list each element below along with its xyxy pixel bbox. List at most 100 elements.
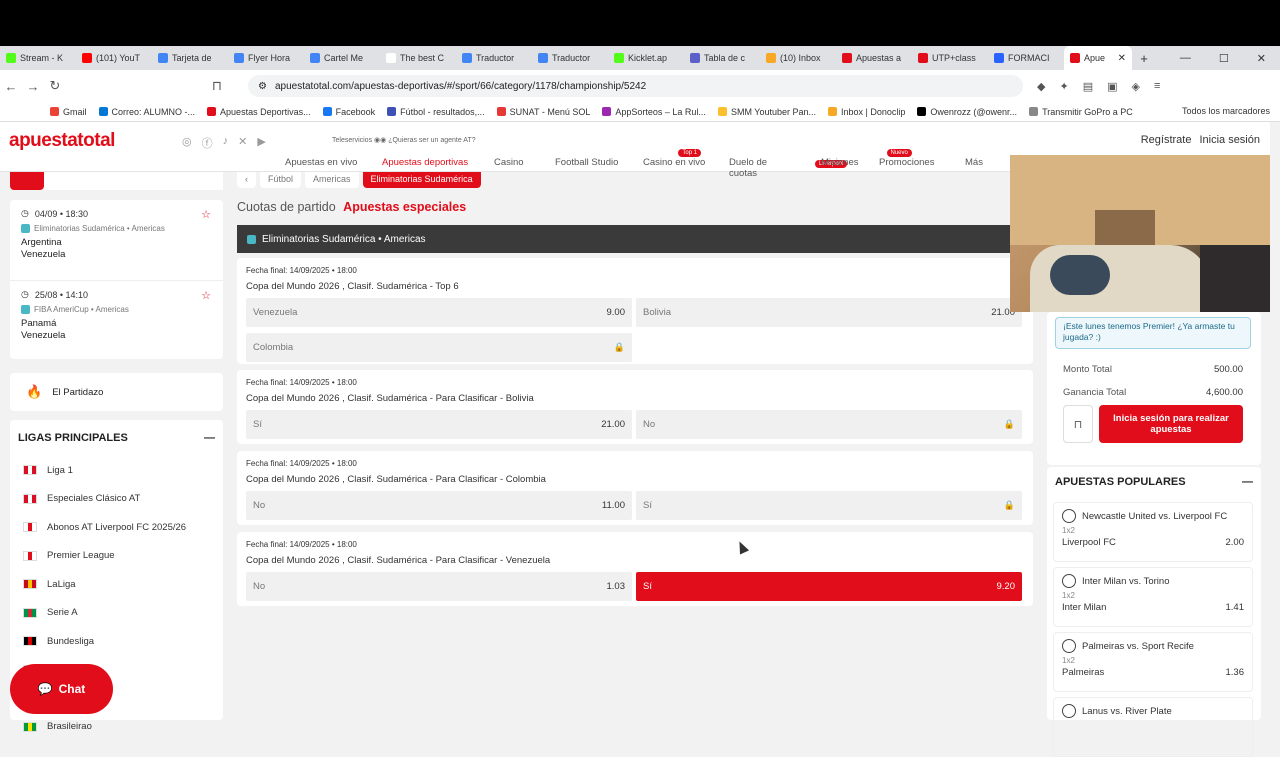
sidebar-match[interactable]: ◷ 25/08 • 14:10 ☆ FIBA AmeriCup • Americas P… xyxy=(10,280,223,360)
register-link[interactable]: Regístrate xyxy=(1141,134,1192,146)
browser-tab[interactable]: Stream - K xyxy=(0,46,76,70)
bookmark-item[interactable]: SMM Youtuber Pan... xyxy=(717,107,816,117)
wallet-icon[interactable]: ▣ xyxy=(1107,80,1117,93)
odds-button[interactable]: Sí 9.20 xyxy=(636,572,1022,601)
sidebar-search[interactable] xyxy=(10,172,223,190)
odds-button[interactable]: Sí 21.00 xyxy=(246,410,632,439)
browser-tab[interactable]: Tarjeta de xyxy=(152,46,228,70)
popular-bet-card[interactable]: Newcastle United vs. Liverpool FC 1x2 Live… xyxy=(1053,502,1253,562)
login-link[interactable]: Inicia sesión xyxy=(1199,134,1260,146)
sidebar-liga-item[interactable]: Premier League xyxy=(10,542,223,571)
browser-tab[interactable]: Apuestas a xyxy=(836,46,912,70)
site-info-icon[interactable]: ⚙ xyxy=(258,81,267,92)
bookmark-page-icon[interactable]: ⊓ xyxy=(206,78,228,94)
forward-icon[interactable]: → xyxy=(22,79,44,94)
brave-shield-icon[interactable]: ◆ xyxy=(1037,80,1045,93)
bookmark-item[interactable]: Inbox | Donoclip xyxy=(828,107,905,117)
extensions-icon[interactable]: ✦ xyxy=(1059,80,1068,93)
sidebar-liga-item[interactable]: Brasileirao xyxy=(10,713,223,742)
favorite-star-icon[interactable]: ☆ xyxy=(201,208,211,221)
sidebar-search-button[interactable] xyxy=(10,172,44,190)
popular-bet-card[interactable]: Lanus vs. River Plate xyxy=(1053,697,1253,757)
browser-tab[interactable]: The best C xyxy=(380,46,456,70)
nav-item[interactable]: Casino en vivo xyxy=(643,157,729,179)
close-window-icon[interactable]: ✕ xyxy=(1257,52,1266,65)
bookmark-item[interactable]: Fútbol - resultados,... xyxy=(387,107,485,117)
sidebar-match[interactable]: ◷ 04/09 • 18:30 ☆ Eliminatorias Sudamérica … xyxy=(10,200,223,280)
bookmark-item[interactable]: Gmail xyxy=(50,107,87,117)
apuestatotal-logo[interactable]: apuestatotal xyxy=(9,130,115,152)
bookmark-item[interactable]: AppSorteos – La Rul... xyxy=(602,107,706,117)
popular-bet-card[interactable]: Palmeiras vs. Sport Recife 1x2 Palmeiras 1.… xyxy=(1053,632,1253,692)
nav-item[interactable]: Football Studio Top 1 xyxy=(555,149,702,179)
breadcrumb-item[interactable]: Fútbol xyxy=(260,172,302,188)
tab-cuotas-partido[interactable]: Cuotas de partido xyxy=(237,200,336,214)
browser-tab[interactable]: Kicklet.ap xyxy=(608,46,684,70)
odds-button[interactable]: Venezuela 9.00 xyxy=(246,298,632,327)
minimize-icon[interactable]: — xyxy=(1180,52,1191,65)
bookmark-item[interactable]: Correo: ALUMNO -... xyxy=(98,107,195,117)
browser-tab[interactable]: Flyer Hora xyxy=(228,46,304,70)
sidebar-liga-item[interactable]: Serie A xyxy=(10,599,223,628)
odds-button[interactable]: No 1.03 xyxy=(246,572,632,601)
browser-tab[interactable]: Cartel Me xyxy=(304,46,380,70)
breadcrumb-back[interactable]: ‹ xyxy=(237,172,256,188)
teleservicios[interactable]: Teleservicios ◉◉ ¿Quieras ser un agente … xyxy=(332,136,476,144)
close-tab-icon[interactable]: ✕ xyxy=(1118,53,1126,64)
nav-item[interactable]: Más xyxy=(965,157,995,179)
agente-link[interactable]: ¿Quieras ser un agente AT? xyxy=(388,137,475,144)
all-bookmarks-folder[interactable]: Todos los marcadores xyxy=(1178,106,1270,116)
favorite-star-icon[interactable]: ☆ xyxy=(201,289,211,302)
collapse-icon[interactable]: — xyxy=(204,432,215,444)
sidebar-liga-item[interactable]: Bundesliga xyxy=(10,627,223,656)
menu-icon[interactable]: ≡ xyxy=(1154,80,1160,93)
instagram-icon[interactable]: ◎ xyxy=(182,135,192,151)
collapse-icon[interactable]: — xyxy=(1242,476,1253,488)
browser-tab[interactable]: Tabla de c xyxy=(684,46,760,70)
back-icon[interactable]: ← xyxy=(0,79,22,94)
new-tab-button[interactable]: + xyxy=(1132,51,1156,66)
nav-item[interactable]: Misiones Nuevo xyxy=(821,149,912,179)
x-twitter-icon[interactable]: ✕ xyxy=(238,135,247,151)
browser-tab-active[interactable]: Apue ✕ xyxy=(1064,46,1132,70)
odds-button[interactable]: Bolivia 21.00 xyxy=(636,298,1022,327)
popular-bet-card[interactable]: Inter Milan vs. Torino 1x2 Inter Milan 1.41 xyxy=(1053,567,1253,627)
bookmark-item[interactable]: Facebook xyxy=(322,107,375,117)
save-bet-icon[interactable]: ⊓ xyxy=(1063,405,1093,443)
chat-button[interactable]: 💬 Chat xyxy=(10,664,113,714)
breadcrumb-item[interactable]: Americas xyxy=(305,172,359,188)
nav-item[interactable]: Promociones xyxy=(879,157,965,179)
browser-tab[interactable]: Traductor xyxy=(532,46,608,70)
partidazo-link[interactable]: 🔥 El Partidazo xyxy=(10,373,223,411)
market-end-date: Fecha final: 14/09/2025 • 18:00 xyxy=(246,266,357,275)
bookmark-item[interactable]: Transmitir GoPro a PC xyxy=(1029,107,1133,117)
sidebar-liga-item[interactable]: LaLiga xyxy=(10,570,223,599)
sidebar-liga-item[interactable]: Especiales Clásico AT xyxy=(10,485,223,514)
browser-tab[interactable]: (10) Inbox xyxy=(760,46,836,70)
bookmark-item[interactable]: Apuestas Deportivas... xyxy=(207,107,311,117)
breadcrumb-item-active[interactable]: Eliminatorias Sudamérica xyxy=(362,172,481,188)
sidebar-icon[interactable]: ▤ xyxy=(1083,80,1093,93)
tiktok-icon[interactable]: ♪ xyxy=(223,135,229,151)
shield-icon[interactable]: ◈ xyxy=(1132,80,1140,93)
nav-item[interactable]: Duelo de cuotasLiverpool xyxy=(729,157,848,179)
browser-tab[interactable]: UTP+class xyxy=(912,46,988,70)
facebook-icon[interactable]: ⓕ xyxy=(202,135,213,151)
browser-tab[interactable]: FORMACI xyxy=(988,46,1064,70)
bookmark-item[interactable]: Owenrozz (@owenr... xyxy=(917,107,1017,117)
reload-icon[interactable]: ↻ xyxy=(44,78,66,94)
browser-tab[interactable]: (101) YouT xyxy=(76,46,152,70)
odds-button[interactable]: No 11.00 xyxy=(246,491,632,520)
login-to-bet-button[interactable]: Inicia sesión para realizar apuestas xyxy=(1099,405,1243,443)
bookmark-item[interactable]: SUNAT - Menú SOL xyxy=(496,106,591,117)
nav-item[interactable]: Casino xyxy=(494,157,555,179)
browser-tab[interactable]: Traductor xyxy=(456,46,532,70)
url-field[interactable]: ⚙ apuestatotal.com/apuestas-deportivas/#… xyxy=(248,75,1023,97)
maximize-icon[interactable]: ☐ xyxy=(1219,52,1229,65)
tab-apuestas-especiales[interactable]: Apuestas especiales xyxy=(343,200,466,214)
sidebar-liga-item[interactable]: Abonos AT Liverpool FC 2025/26 xyxy=(10,513,223,542)
youtube-icon[interactable]: ▶ xyxy=(257,135,265,151)
bookmark-label: SUNAT - Menú SOL xyxy=(509,106,591,117)
sidebar-liga-item[interactable]: Liga 1 xyxy=(10,456,223,485)
page-scrollbar[interactable] xyxy=(1270,122,1280,720)
